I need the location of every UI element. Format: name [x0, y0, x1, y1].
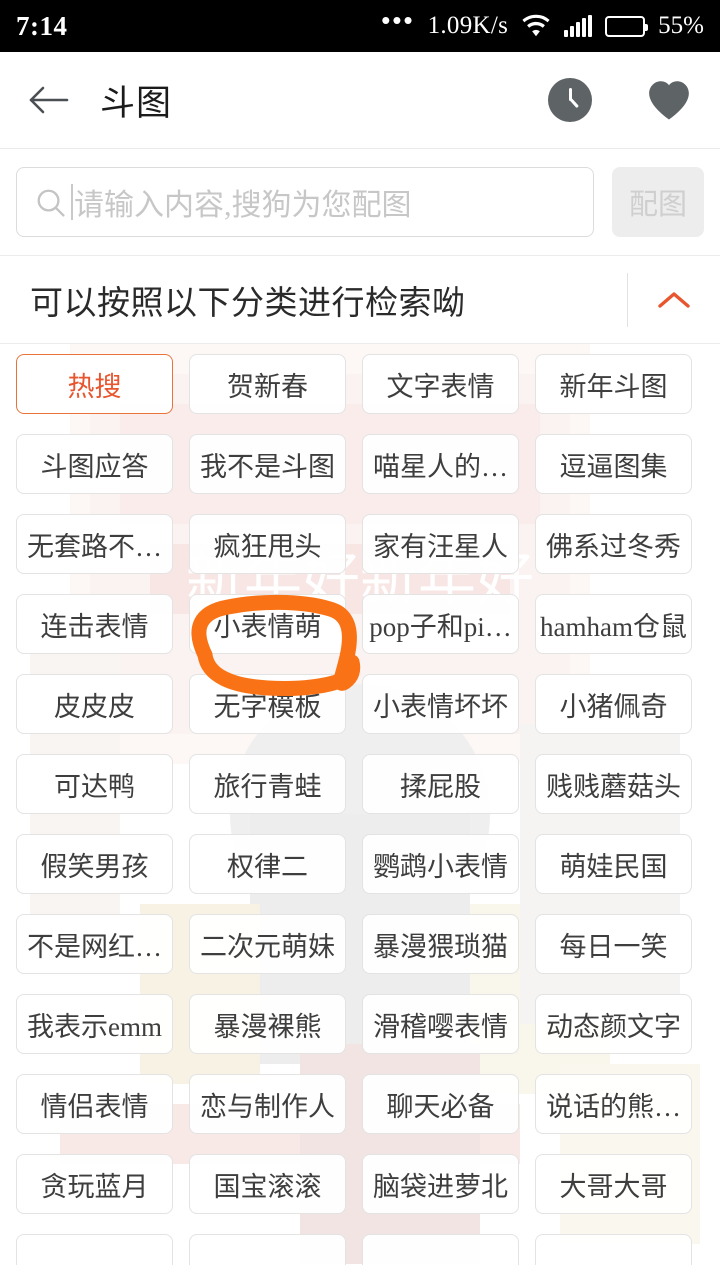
category-tile[interactable]: 皮皮皮	[16, 674, 173, 734]
category-tile[interactable]: 说话的熊…	[535, 1074, 692, 1134]
category-tile[interactable]: 聊天必备	[362, 1074, 519, 1134]
battery-percent: 55%	[658, 12, 704, 39]
category-tile[interactable]: 逗逼图集	[535, 434, 692, 494]
search-icon	[37, 189, 65, 217]
category-tile[interactable]: 不是网红…	[16, 914, 173, 974]
category-tile[interactable]: 可达鸭	[16, 754, 173, 814]
app-header: 斗图	[0, 52, 720, 149]
category-tile[interactable]: 每日一笑	[535, 914, 692, 974]
category-tile[interactable]: 恋与制作人	[189, 1074, 346, 1134]
category-tile[interactable]: 家有汪星人	[362, 514, 519, 574]
text-cursor	[71, 184, 73, 220]
category-tile[interactable]: 萌娃民国	[535, 834, 692, 894]
category-tile[interactable]: 权律二	[189, 834, 346, 894]
back-arrow-icon	[29, 86, 69, 114]
search-row: 请输入内容,搜狗为您配图 配图	[0, 149, 720, 256]
submit-search-button[interactable]: 配图	[612, 167, 704, 237]
battery-icon	[605, 15, 649, 37]
app-screen: 7:14 ••• 1.09K/s 55% 斗图 请输入内容,搜狗为您配图 配图 …	[0, 0, 720, 1280]
category-tile[interactable]: 脑袋进萝北	[362, 1154, 519, 1214]
category-tile[interactable]: 新年斗图	[535, 354, 692, 414]
category-tile[interactable]: 文字表情	[362, 354, 519, 414]
category-tile[interactable]: 热搜	[16, 354, 173, 414]
clock-icon[interactable]	[548, 78, 592, 122]
category-tile[interactable]: 小猪佩奇	[535, 674, 692, 734]
wifi-icon	[521, 14, 551, 38]
category-tile[interactable]	[535, 1234, 692, 1265]
category-tile[interactable]	[189, 1234, 346, 1265]
cell-signal-icon	[564, 15, 593, 37]
category-tile[interactable]: hamham仓鼠	[535, 594, 692, 654]
category-tile[interactable]: 动态颜文字	[535, 994, 692, 1054]
category-tile[interactable]: 鹦鹉小表情	[362, 834, 519, 894]
category-tile[interactable]: 情侣表情	[16, 1074, 173, 1134]
category-tile[interactable]: 旅行青蛙	[189, 754, 346, 814]
category-tile[interactable]: pop子和pi…	[362, 594, 519, 654]
category-tile[interactable]: 连击表情	[16, 594, 173, 654]
category-tile[interactable]	[362, 1234, 519, 1265]
back-button[interactable]	[26, 77, 72, 123]
category-tile[interactable]: 滑稽嘤表情	[362, 994, 519, 1054]
network-speed-text: 1.09K/s	[427, 12, 509, 39]
category-grid-region: 新年好新年好 热搜 贺新春 文字表情 新年斗图 斗图应答 我不是斗图 喵星人的……	[0, 344, 720, 1265]
category-tile[interactable]: 假笑男孩	[16, 834, 173, 894]
category-tile[interactable]: 大哥大哥	[535, 1154, 692, 1214]
category-tile[interactable]: 贪玩蓝月	[16, 1154, 173, 1214]
category-tile[interactable]: 喵星人的…	[362, 434, 519, 494]
category-tile[interactable]: 我表示emm	[16, 994, 173, 1054]
category-tile[interactable]: 无字模板	[189, 674, 346, 734]
status-time: 7:14	[16, 10, 68, 41]
category-tile[interactable]: 无套路不…	[16, 514, 173, 574]
overflow-dots-icon: •••	[381, 5, 415, 35]
category-tile[interactable]: 揉屁股	[362, 754, 519, 814]
category-tile[interactable]: 斗图应答	[16, 434, 173, 494]
category-tile[interactable]: 贱贱蘑菇头	[535, 754, 692, 814]
header-actions	[548, 78, 692, 122]
category-section-title: 可以按照以下分类进行检索呦	[30, 285, 466, 322]
category-tile[interactable]: 二次元萌妹	[189, 914, 346, 974]
page-title: 斗图	[100, 83, 173, 123]
category-tile[interactable]: 佛系过冬秀	[535, 514, 692, 574]
category-tile[interactable]: 疯狂甩头	[189, 514, 346, 574]
category-section-header: 可以按照以下分类进行检索呦	[0, 256, 720, 344]
category-grid: 热搜 贺新春 文字表情 新年斗图 斗图应答 我不是斗图 喵星人的… 逗逼图集 无…	[0, 344, 720, 1265]
category-tile[interactable]: 贺新春	[189, 354, 346, 414]
category-tile[interactable]: 国宝滚滚	[189, 1154, 346, 1214]
heart-icon[interactable]	[646, 79, 692, 121]
category-tile-annotated[interactable]: 小表情萌	[189, 594, 346, 654]
category-tile[interactable]: 小表情坏坏	[362, 674, 519, 734]
search-placeholder-text: 请输入内容,搜狗为您配图	[74, 189, 412, 222]
chevron-up-icon	[658, 291, 690, 308]
search-input[interactable]: 请输入内容,搜狗为您配图	[16, 167, 594, 237]
category-tile[interactable]	[16, 1234, 173, 1265]
collapse-categories-button[interactable]	[628, 256, 720, 344]
status-bar: 7:14 ••• 1.09K/s 55%	[0, 0, 720, 52]
category-tile[interactable]: 我不是斗图	[189, 434, 346, 494]
category-tile[interactable]: 暴漫裸熊	[189, 994, 346, 1054]
category-tile[interactable]: 暴漫猥琐猫	[362, 914, 519, 974]
status-indicators: ••• 1.09K/s 55%	[381, 5, 704, 40]
